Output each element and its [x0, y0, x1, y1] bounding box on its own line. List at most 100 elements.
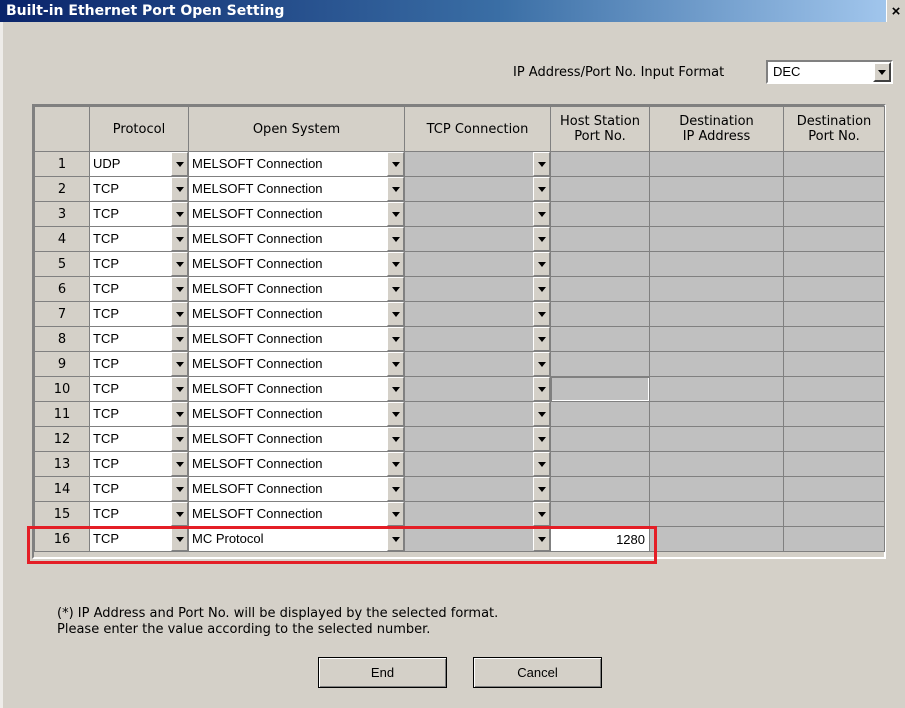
open-system-dropdown-button[interactable]	[387, 152, 404, 176]
destination-ip-cell[interactable]	[649, 426, 784, 452]
open-system-select[interactable]: MELSOFT Connection	[188, 476, 405, 502]
open-system-dropdown-button[interactable]	[387, 502, 404, 526]
tcp-connection-dropdown-button[interactable]	[533, 502, 550, 526]
protocol-dropdown-button[interactable]	[171, 402, 188, 426]
host-port-cell[interactable]	[550, 376, 650, 402]
destination-ip-cell[interactable]	[649, 226, 784, 252]
open-system-select[interactable]: MELSOFT Connection	[188, 426, 405, 452]
open-system-select[interactable]: MELSOFT Connection	[188, 151, 405, 177]
tcp-connection-dropdown-button[interactable]	[533, 152, 550, 176]
host-port-cell[interactable]	[550, 176, 650, 202]
open-system-select[interactable]: MELSOFT Connection	[188, 226, 405, 252]
tcp-connection-select[interactable]	[404, 301, 551, 327]
protocol-dropdown-button[interactable]	[171, 352, 188, 376]
destination-ip-cell[interactable]	[649, 326, 784, 352]
tcp-connection-select[interactable]	[404, 401, 551, 427]
tcp-connection-dropdown-button[interactable]	[533, 377, 550, 401]
destination-port-cell[interactable]	[783, 251, 885, 277]
end-button[interactable]: End	[318, 657, 447, 688]
destination-port-cell[interactable]	[783, 351, 885, 377]
open-system-dropdown-button[interactable]	[387, 477, 404, 501]
open-system-select[interactable]: MELSOFT Connection	[188, 376, 405, 402]
tcp-connection-dropdown-button[interactable]	[533, 202, 550, 226]
open-system-dropdown-button[interactable]	[387, 202, 404, 226]
destination-port-cell[interactable]	[783, 451, 885, 477]
tcp-connection-select[interactable]	[404, 376, 551, 402]
destination-ip-cell[interactable]	[649, 526, 784, 552]
protocol-select[interactable]: TCP	[89, 351, 189, 377]
protocol-dropdown-button[interactable]	[171, 277, 188, 301]
open-system-select[interactable]: MELSOFT Connection	[188, 401, 405, 427]
destination-port-cell[interactable]	[783, 326, 885, 352]
tcp-connection-select[interactable]	[404, 176, 551, 202]
destination-port-cell[interactable]	[783, 401, 885, 427]
tcp-connection-select[interactable]	[404, 476, 551, 502]
tcp-connection-select[interactable]	[404, 351, 551, 377]
destination-port-cell[interactable]	[783, 301, 885, 327]
tcp-connection-dropdown-button[interactable]	[533, 477, 550, 501]
host-port-cell[interactable]	[550, 451, 650, 477]
open-system-select[interactable]: MELSOFT Connection	[188, 501, 405, 527]
protocol-select[interactable]: TCP	[89, 251, 189, 277]
destination-port-cell[interactable]	[783, 151, 885, 177]
protocol-select[interactable]: TCP	[89, 451, 189, 477]
open-system-dropdown-button[interactable]	[387, 302, 404, 326]
host-port-cell[interactable]	[550, 301, 650, 327]
protocol-select[interactable]: TCP	[89, 201, 189, 227]
open-system-dropdown-button[interactable]	[387, 277, 404, 301]
tcp-connection-dropdown-button[interactable]	[533, 252, 550, 276]
open-system-dropdown-button[interactable]	[387, 352, 404, 376]
open-system-select[interactable]: MELSOFT Connection	[188, 201, 405, 227]
tcp-connection-dropdown-button[interactable]	[533, 352, 550, 376]
tcp-connection-dropdown-button[interactable]	[533, 327, 550, 351]
protocol-select[interactable]: TCP	[89, 226, 189, 252]
destination-ip-cell[interactable]	[649, 476, 784, 502]
destination-ip-cell[interactable]	[649, 401, 784, 427]
open-system-select[interactable]: MELSOFT Connection	[188, 351, 405, 377]
protocol-dropdown-button[interactable]	[171, 477, 188, 501]
open-system-dropdown-button[interactable]	[387, 327, 404, 351]
destination-ip-cell[interactable]	[649, 276, 784, 302]
destination-port-cell[interactable]	[783, 526, 885, 552]
tcp-connection-select[interactable]	[404, 251, 551, 277]
tcp-connection-dropdown-button[interactable]	[533, 402, 550, 426]
open-system-dropdown-button[interactable]	[387, 177, 404, 201]
close-button[interactable]: ×	[886, 0, 905, 22]
tcp-connection-dropdown-button[interactable]	[533, 452, 550, 476]
host-port-cell[interactable]	[550, 276, 650, 302]
tcp-connection-select[interactable]	[404, 501, 551, 527]
tcp-connection-dropdown-button[interactable]	[533, 227, 550, 251]
tcp-connection-select[interactable]	[404, 151, 551, 177]
open-system-select[interactable]: MELSOFT Connection	[188, 276, 405, 302]
protocol-dropdown-button[interactable]	[171, 252, 188, 276]
destination-ip-cell[interactable]	[649, 251, 784, 277]
input-format-dropdown-button[interactable]	[873, 62, 891, 82]
protocol-dropdown-button[interactable]	[171, 227, 188, 251]
host-port-cell[interactable]	[550, 426, 650, 452]
host-port-cell[interactable]	[550, 226, 650, 252]
tcp-connection-dropdown-button[interactable]	[533, 427, 550, 451]
tcp-connection-select[interactable]	[404, 451, 551, 477]
tcp-connection-select[interactable]	[404, 426, 551, 452]
protocol-select[interactable]: TCP	[89, 276, 189, 302]
open-system-select[interactable]: MELSOFT Connection	[188, 301, 405, 327]
open-system-select[interactable]: MELSOFT Connection	[188, 326, 405, 352]
cancel-button[interactable]: Cancel	[473, 657, 602, 688]
protocol-select[interactable]: UDP	[89, 151, 189, 177]
open-system-dropdown-button[interactable]	[387, 427, 404, 451]
destination-ip-cell[interactable]	[649, 351, 784, 377]
destination-ip-cell[interactable]	[649, 451, 784, 477]
protocol-dropdown-button[interactable]	[171, 502, 188, 526]
destination-port-cell[interactable]	[783, 501, 885, 527]
destination-ip-cell[interactable]	[649, 501, 784, 527]
destination-port-cell[interactable]	[783, 201, 885, 227]
host-port-cell[interactable]	[550, 151, 650, 177]
open-system-select[interactable]: MELSOFT Connection	[188, 176, 405, 202]
open-system-dropdown-button[interactable]	[387, 452, 404, 476]
protocol-dropdown-button[interactable]	[171, 302, 188, 326]
destination-ip-cell[interactable]	[649, 376, 784, 402]
destination-port-cell[interactable]	[783, 176, 885, 202]
destination-ip-cell[interactable]	[649, 201, 784, 227]
host-port-cell[interactable]	[550, 201, 650, 227]
destination-ip-cell[interactable]	[649, 151, 784, 177]
